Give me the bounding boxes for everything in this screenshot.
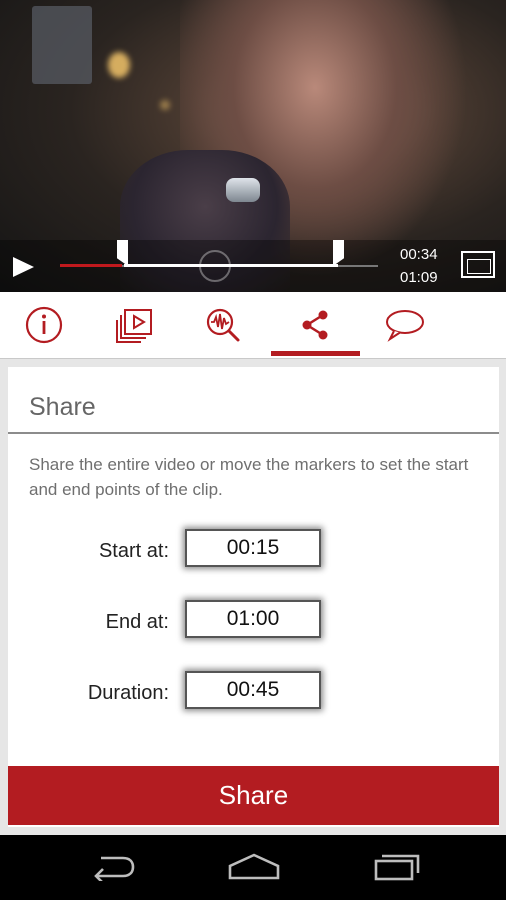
tab-share[interactable] xyxy=(271,292,359,358)
tab-search[interactable] xyxy=(179,292,267,358)
seek-progress xyxy=(60,264,122,267)
recents-button[interactable] xyxy=(366,849,426,885)
home-button[interactable] xyxy=(224,849,284,885)
info-icon xyxy=(25,306,63,344)
search-audio-icon xyxy=(206,308,240,342)
end-label: End at: xyxy=(105,611,169,633)
light-bokeh xyxy=(108,52,130,78)
clip-selection xyxy=(124,264,338,267)
tab-videos[interactable] xyxy=(91,292,179,358)
home-icon xyxy=(228,853,280,880)
active-tab-indicator xyxy=(271,351,360,356)
comment-icon xyxy=(386,310,424,342)
share-description: Share the entire video or move the marke… xyxy=(29,455,469,499)
tab-bar xyxy=(0,292,506,359)
title-divider xyxy=(8,432,499,434)
recents-icon xyxy=(374,854,420,881)
total-time: 01:09 xyxy=(400,269,438,286)
start-time-field[interactable]: 00:15 xyxy=(185,529,321,567)
light-bokeh xyxy=(160,100,170,110)
share-icon xyxy=(302,310,328,340)
start-label: Start at: xyxy=(98,540,169,562)
current-time: 00:34 xyxy=(400,246,438,263)
fullscreen-icon[interactable] xyxy=(461,251,495,278)
back-icon xyxy=(94,856,135,881)
system-nav-bar xyxy=(0,835,506,900)
background-sign xyxy=(32,6,92,84)
video-playlist-icon xyxy=(116,309,152,343)
tab-comments[interactable] xyxy=(361,292,449,358)
tab-info[interactable] xyxy=(0,292,88,358)
share-panel: Share Share the entire video or move the… xyxy=(8,367,499,827)
seek-thumb[interactable] xyxy=(199,250,231,282)
share-button[interactable]: Share xyxy=(8,766,499,825)
share-title: Share xyxy=(29,393,96,421)
duration-label: Duration: xyxy=(87,682,169,704)
play-icon[interactable] xyxy=(13,257,34,277)
back-button[interactable] xyxy=(83,849,143,885)
video-frame-watch xyxy=(226,178,260,202)
duration-field: 00:45 xyxy=(185,671,321,709)
end-time-field[interactable]: 01:00 xyxy=(185,600,321,638)
